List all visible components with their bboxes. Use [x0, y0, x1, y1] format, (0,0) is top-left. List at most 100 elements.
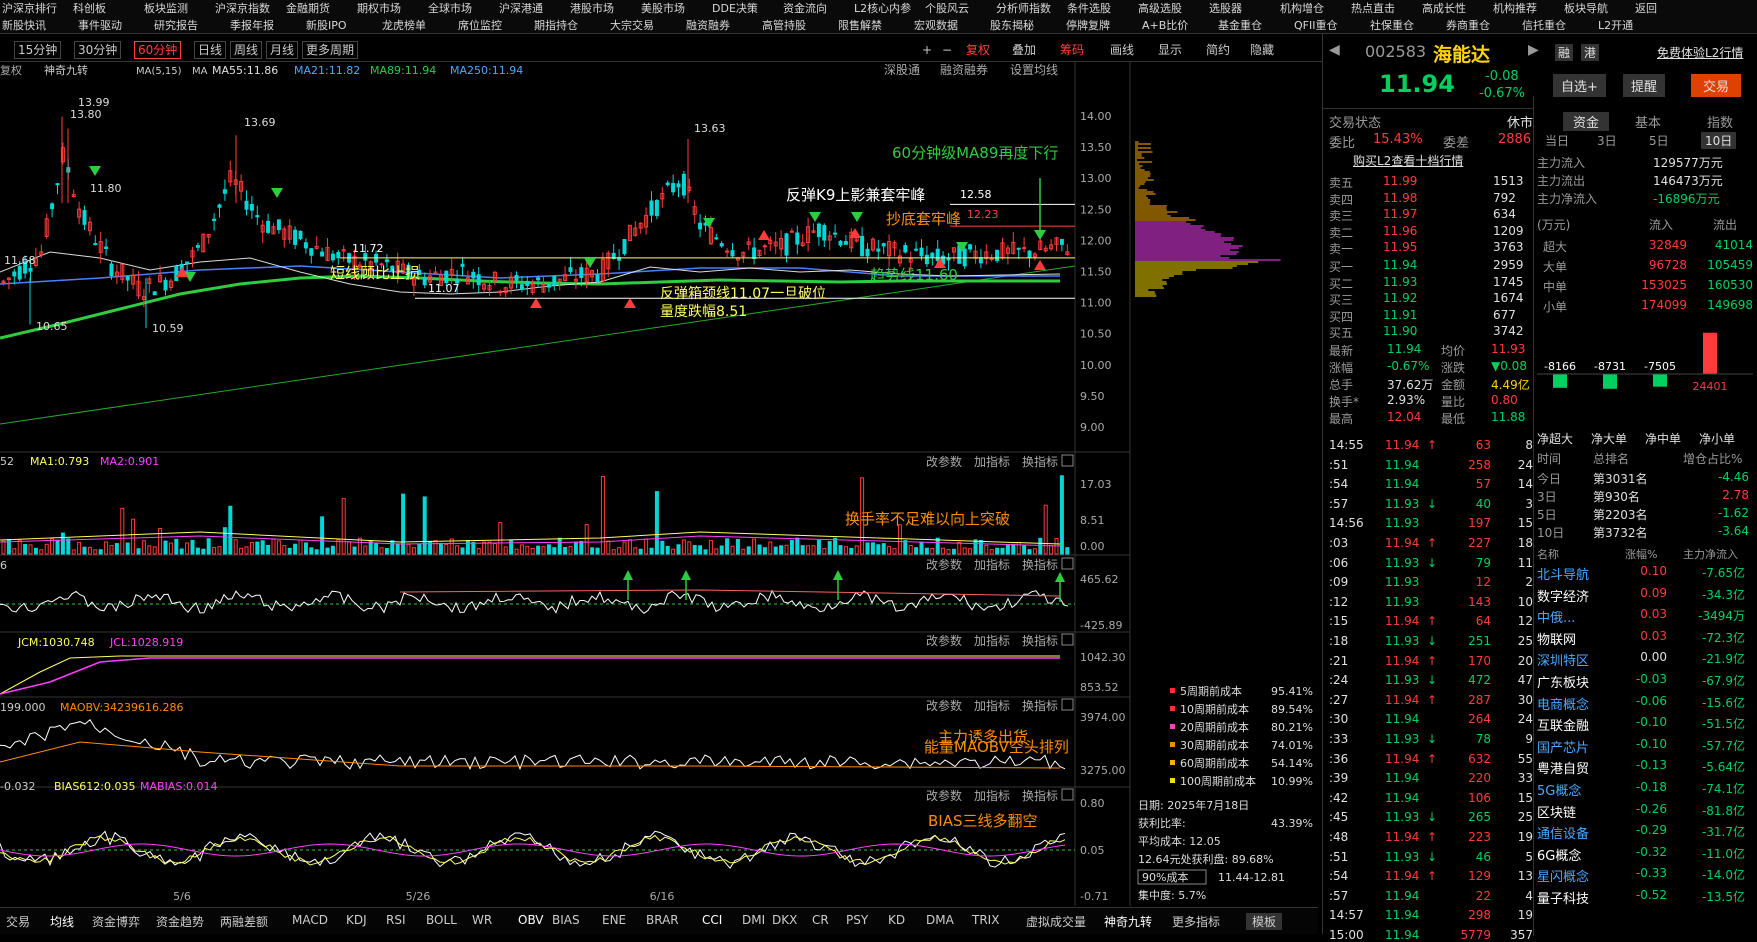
menu-item[interactable]: 事件驱动	[78, 17, 122, 33]
menu-item[interactable]: 基金重仓	[1218, 17, 1262, 33]
menu-item[interactable]: 沪深京排行	[2, 0, 57, 16]
trial-link[interactable]: 免费体验L2行情	[1657, 44, 1743, 61]
indicator-tab[interactable]: TRIX	[972, 913, 999, 927]
watchlist-button[interactable]: 自选+	[1553, 74, 1606, 97]
net-flow-tab[interactable]: 净中单	[1645, 430, 1681, 447]
net-flow-tab[interactable]: 净小单	[1699, 430, 1735, 447]
timeframe-tab[interactable]: 15分钟	[14, 41, 62, 59]
indicator-tab[interactable]: 模板	[1246, 913, 1283, 930]
sector-name[interactable]: 物联网	[1537, 629, 1576, 648]
menu-item[interactable]: QFII重仓	[1294, 17, 1337, 33]
fund-tab[interactable]: 指数	[1707, 112, 1733, 131]
menu-item[interactable]: 港股市场	[570, 0, 614, 16]
timeframe-tab[interactable]: 60分钟	[134, 41, 182, 59]
fund-day-tab[interactable]: 3日	[1597, 132, 1617, 149]
sector-name[interactable]: 通信设备	[1537, 823, 1589, 842]
menu-item[interactable]: 研究报告	[154, 17, 198, 33]
l2-link[interactable]: 购买L2查看十档行情	[1353, 152, 1463, 169]
timeframe-tab[interactable]: 日线	[194, 41, 227, 59]
indicator-tab[interactable]: WR	[472, 913, 492, 927]
indicator-tab[interactable]: DMA	[926, 913, 954, 927]
menu-item[interactable]: 板块导航	[1564, 0, 1608, 16]
menu-item[interactable]: 美股市场	[641, 0, 685, 16]
indicator-tab[interactable]: ENE	[602, 913, 626, 927]
indicator-tab[interactable]: 资金博弈	[92, 913, 140, 930]
menu-item[interactable]: 停牌复牌	[1066, 17, 1110, 33]
toolbar-button[interactable]: 筹码	[1060, 41, 1084, 59]
menu-item[interactable]: L2核心内参	[854, 0, 911, 16]
indicator-tab[interactable]: BIAS	[552, 913, 580, 927]
toolbar-button[interactable]: 画线	[1110, 41, 1134, 59]
menu-item[interactable]: 新股快讯	[2, 17, 46, 33]
menu-item[interactable]: 返回	[1635, 0, 1657, 16]
indicator-tab[interactable]: BOLL	[426, 913, 457, 927]
indicator-tab[interactable]: CCI	[702, 913, 722, 927]
hk-badge[interactable]: 港	[1581, 44, 1600, 61]
menu-item[interactable]: 期指持仓	[534, 17, 578, 33]
timeframe-tab[interactable]: 更多周期	[302, 41, 359, 59]
indicator-tab[interactable]: KDJ	[346, 913, 367, 927]
indicator-tab[interactable]: OBV	[518, 913, 544, 927]
menu-item[interactable]: 股东揭秘	[990, 17, 1034, 33]
margin-badge[interactable]: 融	[1555, 44, 1574, 61]
menu-item[interactable]: 限售解禁	[838, 17, 882, 33]
menu-item[interactable]: 沪深京指数	[215, 0, 270, 16]
fund-day-tab[interactable]: 10日	[1701, 132, 1737, 149]
net-flow-tab[interactable]: 净大单	[1591, 430, 1627, 447]
indicator-tab[interactable]: 交易	[6, 913, 30, 930]
menu-item[interactable]: 期权市场	[357, 0, 401, 16]
sector-name[interactable]: 深圳特区	[1537, 650, 1589, 669]
menu-item[interactable]: 高级选股	[1138, 0, 1182, 16]
menu-item[interactable]: 全球市场	[428, 0, 472, 16]
sector-name[interactable]: 国产芯片	[1537, 737, 1589, 756]
sector-name[interactable]: 中俄...	[1537, 607, 1575, 626]
timeframe-tab[interactable]: 30分钟	[74, 41, 122, 59]
menu-item[interactable]: 券商重仓	[1446, 17, 1490, 33]
sector-name[interactable]: 电商概念	[1537, 694, 1589, 713]
menu-item[interactable]: 资金流向	[783, 0, 827, 16]
sector-name[interactable]: 星闪概念	[1537, 866, 1589, 885]
indicator-tab[interactable]: 虚拟成交量	[1026, 913, 1086, 930]
menu-item[interactable]: A+B比价	[1142, 17, 1188, 33]
timeframe-tab[interactable]: 月线	[266, 41, 299, 59]
menu-item[interactable]: 席位监控	[458, 17, 502, 33]
menu-item[interactable]: 热点直击	[1351, 0, 1395, 16]
indicator-tab[interactable]: BRAR	[646, 913, 679, 927]
menu-item[interactable]: 机构增仓	[1280, 0, 1324, 16]
toolbar-button[interactable]: 显示	[1158, 41, 1182, 59]
indicator-tab[interactable]: MACD	[292, 913, 328, 927]
toolbar-button[interactable]: −	[942, 41, 952, 59]
sector-name[interactable]: 区块链	[1537, 802, 1576, 821]
indicator-tab[interactable]: 更多指标	[1172, 913, 1220, 930]
fund-tab[interactable]: 资金	[1563, 112, 1610, 131]
indicator-tab[interactable]: DMI	[742, 913, 765, 927]
menu-item[interactable]: L2开通	[1598, 17, 1633, 33]
menu-item[interactable]: 社保重仓	[1370, 17, 1414, 33]
menu-item[interactable]: 宏观数据	[914, 17, 958, 33]
sector-name[interactable]: 广东板块	[1537, 672, 1589, 691]
menu-item[interactable]: 新股IPO	[306, 17, 347, 33]
menu-item[interactable]: 金融期货	[286, 0, 330, 16]
sector-name[interactable]: 北斗导航	[1537, 564, 1589, 583]
menu-item[interactable]: 选股器	[1209, 0, 1242, 16]
indicator-tab[interactable]: RSI	[386, 913, 406, 927]
menu-item[interactable]: 大宗交易	[610, 17, 654, 33]
menu-item[interactable]: DDE决策	[712, 0, 758, 16]
sector-name[interactable]: 粤港自贸	[1537, 758, 1589, 777]
indicator-tab[interactable]: 资金趋势	[156, 913, 204, 930]
menu-item[interactable]: 板块监测	[144, 0, 188, 16]
menu-item[interactable]: 高成长性	[1422, 0, 1466, 16]
menu-item[interactable]: 个股风云	[925, 0, 969, 16]
indicator-tab[interactable]: CR	[812, 913, 829, 927]
menu-item[interactable]: 分析师指数	[996, 0, 1051, 16]
menu-item[interactable]: 信托重仓	[1522, 17, 1566, 33]
fund-day-tab[interactable]: 5日	[1649, 132, 1669, 149]
toolbar-button[interactable]: 简约	[1206, 41, 1230, 59]
toolbar-button[interactable]: 复权	[966, 41, 990, 59]
sector-name[interactable]: 数字经济	[1537, 586, 1589, 605]
alert-button[interactable]: 提醒	[1623, 74, 1666, 97]
indicator-tab[interactable]: KD	[888, 913, 905, 927]
menu-item[interactable]: 龙虎榜单	[382, 17, 426, 33]
menu-item[interactable]: 沪深港通	[499, 0, 543, 16]
indicator-tab[interactable]: DKX	[772, 913, 797, 927]
